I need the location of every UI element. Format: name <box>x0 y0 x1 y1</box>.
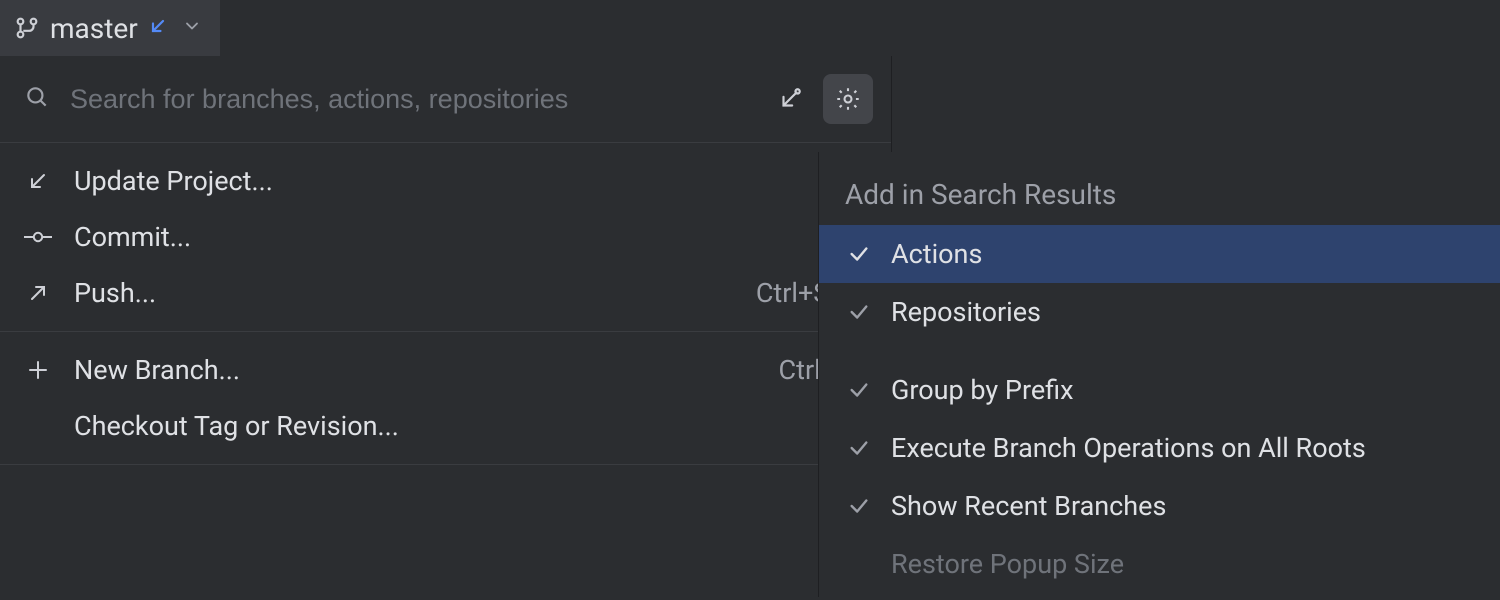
commit-item[interactable]: Commit... Ctr <box>0 209 891 265</box>
settings-item-recent-branches[interactable]: Show Recent Branches <box>819 477 1500 535</box>
check-icon <box>845 301 873 323</box>
new-branch-item[interactable]: New Branch... Ctrl+Alt <box>0 342 891 398</box>
fetch-button[interactable] <box>765 74 815 124</box>
checkout-tag-item[interactable]: Checkout Tag or Revision... <box>0 398 891 454</box>
branches-popup: Update Project... Ctr Commit... Ctr P <box>0 56 892 485</box>
branch-icon <box>14 15 40 41</box>
plus-icon <box>22 358 54 382</box>
settings-item-actions[interactable]: Actions <box>819 225 1500 283</box>
push-icon <box>22 281 54 305</box>
search-row <box>0 56 891 143</box>
menu-item-label: New Branch... <box>74 354 759 386</box>
settings-header: Add in Search Results <box>819 170 1500 225</box>
settings-item-label: Repositories <box>891 296 1041 328</box>
menu-item-label: Update Project... <box>74 165 813 197</box>
check-icon <box>845 243 873 265</box>
push-item[interactable]: Push... Ctrl+Shift <box>0 265 891 321</box>
settings-item-label: Execute Branch Operations on All Roots <box>891 432 1366 464</box>
settings-submenu: Add in Search Results Actions Repositori… <box>818 152 1500 597</box>
menu-item-label: Push... <box>74 277 736 309</box>
settings-item-label: Group by Prefix <box>891 374 1074 406</box>
settings-item-label: Restore Popup Size <box>891 548 1124 580</box>
incoming-changes-icon <box>148 16 168 40</box>
settings-item-label: Show Recent Branches <box>891 490 1166 522</box>
menu-item-label: Checkout Tag or Revision... <box>74 410 869 442</box>
current-branch-name: master <box>50 12 138 45</box>
commit-icon <box>22 227 54 247</box>
update-icon <box>22 169 54 193</box>
check-icon <box>845 495 873 517</box>
settings-item-label: Actions <box>891 238 982 270</box>
check-icon <box>845 379 873 401</box>
settings-item-repositories[interactable]: Repositories <box>819 283 1500 341</box>
current-branch-button[interactable]: master <box>0 0 220 56</box>
menu-item-label: Commit... <box>74 221 813 253</box>
chevron-down-icon <box>182 16 202 40</box>
settings-button[interactable] <box>823 74 873 124</box>
search-icon <box>24 84 50 114</box>
check-icon <box>845 437 873 459</box>
search-input[interactable] <box>70 84 745 115</box>
settings-item-group-prefix[interactable]: Group by Prefix <box>819 361 1500 419</box>
settings-item-restore-size: Restore Popup Size <box>819 535 1500 593</box>
update-project-item[interactable]: Update Project... Ctr <box>0 153 891 209</box>
settings-item-exec-all-roots[interactable]: Execute Branch Operations on All Roots <box>819 419 1500 477</box>
